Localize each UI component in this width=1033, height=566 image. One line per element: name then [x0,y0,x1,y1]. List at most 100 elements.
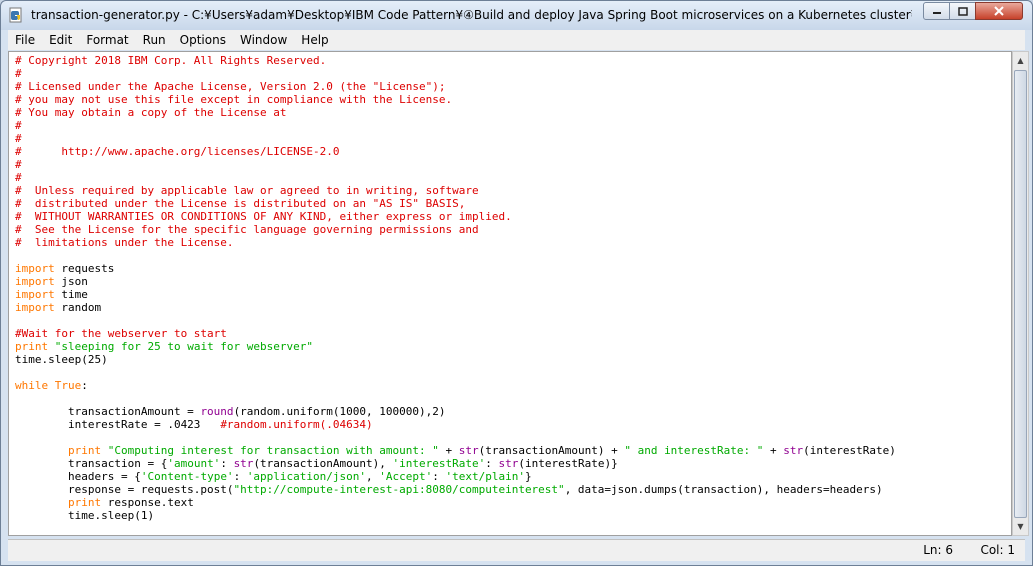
code-token: # Unless required by applicable law or a… [15,184,479,197]
code-token: time.sleep(1) [15,509,155,522]
maximize-icon [957,6,968,16]
code-token: # http://www.apache.org/licenses/LICENSE… [15,145,340,158]
code-line[interactable]: # http://www.apache.org/licenses/LICENSE… [15,145,1011,158]
scrollbar-thumb[interactable] [1014,70,1027,518]
code-line[interactable]: # distributed under the License is distr… [15,197,1011,210]
code-token: print [15,340,49,353]
code-line[interactable] [15,392,1011,405]
code-token: # [15,119,22,132]
code-token: , [366,470,380,483]
code-token: print [67,444,102,457]
code-token: : [432,470,446,483]
code-line[interactable]: headers = {'Content-type': 'application/… [15,470,1011,483]
menu-help[interactable]: Help [294,30,335,50]
scroll-up-arrow-icon[interactable]: ▲ [1013,52,1028,69]
minimize-button[interactable] [923,2,950,20]
code-token: # Copyright 2018 IBM Corp. All Rights Re… [15,54,327,67]
code-token: str [458,444,479,457]
menu-format[interactable]: Format [79,30,135,50]
code-token: "sleeping for 25 to wait for webserver" [48,340,314,353]
code-token: 'Accept' [379,470,433,483]
code-line[interactable]: transaction = {'amount': str(transaction… [15,457,1011,470]
code-line[interactable]: # limitations under the License. [15,236,1011,249]
code-token: : [220,457,234,470]
vertical-scrollbar[interactable]: ▲ ▼ [1012,51,1029,536]
code-token: 'application/json' [246,470,367,483]
code-token: #random.uniform(.04634) [220,418,373,431]
code-token: # [15,132,22,145]
code-line[interactable]: # you may not use this file except in co… [15,93,1011,106]
code-line[interactable]: import json [15,275,1011,288]
code-line[interactable]: # [15,132,1011,145]
code-line[interactable]: # [15,67,1011,80]
code-line[interactable]: time.sleep(1) [15,509,1011,522]
code-line[interactable]: # Licensed under the Apache License, Ver… [15,80,1011,93]
code-line[interactable]: # [15,158,1011,171]
code-line[interactable]: import random [15,301,1011,314]
code-token: (interestRate)} [518,457,618,470]
code-line[interactable]: response = requests.post("http://compute… [15,483,1011,496]
code-token: (transactionAmount), [253,457,393,470]
code-line[interactable]: time.sleep(25) [15,353,1011,366]
close-icon [994,6,1004,16]
status-column: Col: 1 [980,543,1015,557]
code-line[interactable] [15,431,1011,444]
code-line[interactable]: # Unless required by applicable law or a… [15,184,1011,197]
code-line[interactable]: interestRate = .0423 #random.uniform(.04… [15,418,1011,431]
code-line[interactable]: # See the License for the specific langu… [15,223,1011,236]
code-line[interactable]: transactionAmount = round(random.uniform… [15,405,1011,418]
code-token: } [525,470,532,483]
code-token: str [783,444,804,457]
code-token: random [54,301,102,314]
code-line[interactable]: import requests [15,262,1011,275]
code-token: , data=json.dumps(transaction), headers=… [564,483,883,496]
code-line[interactable]: print "Computing interest for transactio… [15,444,1011,457]
code-line[interactable]: print "sleeping for 25 to wait for webse… [15,340,1011,353]
code-line[interactable]: # You may obtain a copy of the License a… [15,106,1011,119]
code-token: str [498,457,519,470]
code-token: round [200,405,234,418]
status-bar: Ln: 6 Col: 1 [8,539,1025,561]
code-line[interactable]: # Copyright 2018 IBM Corp. All Rights Re… [15,54,1011,67]
code-line[interactable]: # WITHOUT WARRANTIES OR CONDITIONS OF AN… [15,210,1011,223]
code-line[interactable]: while True: [15,379,1011,392]
code-line[interactable]: print response.text [15,496,1011,509]
code-token: import [15,262,55,275]
code-editor[interactable]: # Copyright 2018 IBM Corp. All Rights Re… [8,51,1012,536]
code-token: True [54,379,82,392]
menu-file[interactable]: File [8,30,42,50]
code-line[interactable]: # [15,171,1011,184]
menu-edit[interactable]: Edit [42,30,79,50]
code-token: (transactionAmount) + [478,444,625,457]
menu-options[interactable]: Options [173,30,233,50]
code-line[interactable]: #Wait for the webserver to start [15,327,1011,340]
menu-bar: File Edit Format Run Options Window Help [8,30,1025,50]
code-text[interactable]: # Copyright 2018 IBM Corp. All Rights Re… [9,52,1011,522]
window-title: transaction-generator.py - C:¥Users¥adam… [31,8,912,22]
code-token: requests [54,262,115,275]
code-token: str [233,457,254,470]
code-line[interactable] [15,366,1011,379]
python-file-icon [9,7,22,23]
menu-run[interactable]: Run [136,30,173,50]
code-line[interactable] [15,249,1011,262]
close-button[interactable] [975,2,1023,20]
code-token: # limitations under the License. [15,236,234,249]
menu-window[interactable]: Window [233,30,294,50]
code-line[interactable] [15,314,1011,327]
title-bar[interactable]: transaction-generator.py - C:¥Users¥adam… [1,1,1032,30]
editor-window: transaction-generator.py - C:¥Users¥adam… [0,0,1033,566]
code-token: # [15,67,22,80]
code-line[interactable]: # [15,119,1011,132]
code-token: + [438,444,459,457]
code-token: response = requests.post( [15,483,234,496]
code-token: while [15,379,49,392]
scroll-down-arrow-icon[interactable]: ▼ [1013,518,1028,535]
code-token: # WITHOUT WARRANTIES OR CONDITIONS OF AN… [15,210,512,223]
code-token: 'text/plain' [445,470,525,483]
maximize-button[interactable] [949,2,976,20]
code-token: "http://compute-interest-api:8080/comput… [233,483,565,496]
code-line[interactable]: import time [15,288,1011,301]
